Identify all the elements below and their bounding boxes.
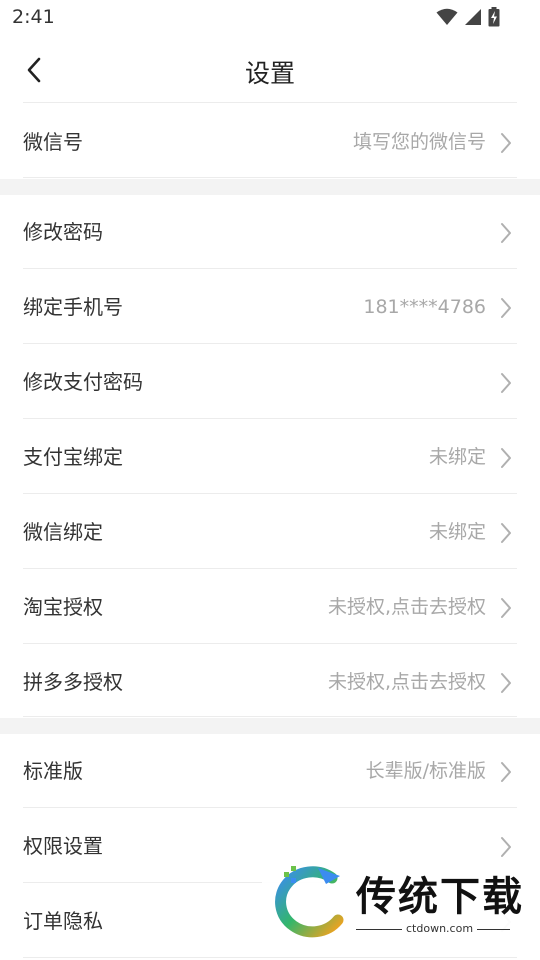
row-label: 绑定手机号	[23, 295, 123, 319]
divider	[23, 102, 517, 103]
section-gap	[0, 718, 540, 734]
row-value: 未绑定	[428, 446, 486, 468]
divider	[23, 177, 517, 178]
divider	[23, 493, 517, 494]
row-label: 修改密码	[23, 220, 103, 244]
settings-row-alipay-binding[interactable]: 支付宝绑定 未绑定	[0, 420, 540, 495]
watermark-domain: ctdown.com	[402, 922, 478, 935]
row-label: 淘宝授权	[23, 595, 103, 619]
page-title: 设置	[244, 59, 295, 88]
row-value: 未授权,点击去授权	[327, 671, 486, 693]
chevron-right-icon	[501, 223, 511, 243]
watermark-logo-icon	[275, 866, 344, 938]
chevron-right-icon	[501, 133, 511, 153]
row-label: 支付宝绑定	[23, 445, 123, 469]
divider	[23, 643, 517, 644]
settings-row-change-password[interactable]: 修改密码	[0, 195, 540, 270]
settings-row-change-pay-password[interactable]: 修改支付密码	[0, 345, 540, 420]
wifi-icon	[436, 8, 458, 25]
settings-row-bind-phone[interactable]: 绑定手机号 181****4786	[0, 270, 540, 345]
settings-row-taobao-auth[interactable]: 淘宝授权 未授权,点击去授权	[0, 570, 540, 645]
divider	[23, 957, 517, 958]
settings-row-pinduoduo-auth[interactable]: 拼多多授权 未授权,点击去授权	[0, 645, 540, 720]
divider	[23, 268, 517, 269]
row-label: 修改支付密码	[23, 370, 143, 394]
section-gap	[0, 179, 540, 195]
row-value: 181****4786	[363, 296, 486, 318]
row-value: 未授权,点击去授权	[327, 596, 486, 618]
row-label: 微信绑定	[23, 520, 103, 544]
watermark: 传统下载 ctdown.com	[262, 862, 540, 942]
status-time: 2:41	[12, 6, 55, 28]
divider	[23, 716, 517, 717]
chevron-right-icon	[501, 523, 511, 543]
nav-bar: 设置	[0, 36, 540, 102]
row-label: 权限设置	[23, 834, 103, 858]
divider	[23, 418, 517, 419]
chevron-right-icon	[501, 373, 511, 393]
row-label: 订单隐私	[23, 909, 103, 933]
chevron-right-icon	[501, 598, 511, 618]
chevron-right-icon	[501, 673, 511, 693]
chevron-right-icon	[501, 448, 511, 468]
chevron-right-icon	[501, 837, 511, 857]
row-value: 未绑定	[428, 521, 486, 543]
battery-charging-icon	[488, 7, 500, 27]
row-value: 长辈版/标准版	[365, 760, 486, 782]
row-label: 拼多多授权	[23, 670, 123, 694]
divider	[23, 568, 517, 569]
status-icons	[436, 7, 500, 27]
settings-row-wechat-id[interactable]: 微信号 填写您的微信号	[0, 105, 540, 180]
settings-row-wechat-binding[interactable]: 微信绑定 未绑定	[0, 495, 540, 570]
settings-row-version-mode[interactable]: 标准版 长辈版/标准版	[0, 734, 540, 809]
row-value: 填写您的微信号	[352, 131, 486, 153]
divider	[23, 807, 517, 808]
divider	[23, 343, 517, 344]
row-label: 微信号	[23, 130, 83, 154]
row-label: 标准版	[23, 759, 83, 783]
status-bar: 2:41	[0, 0, 540, 36]
cellular-signal-icon	[465, 9, 481, 25]
watermark-brand: 传统下载	[356, 874, 524, 920]
chevron-right-icon	[501, 298, 511, 318]
chevron-right-icon	[501, 762, 511, 782]
